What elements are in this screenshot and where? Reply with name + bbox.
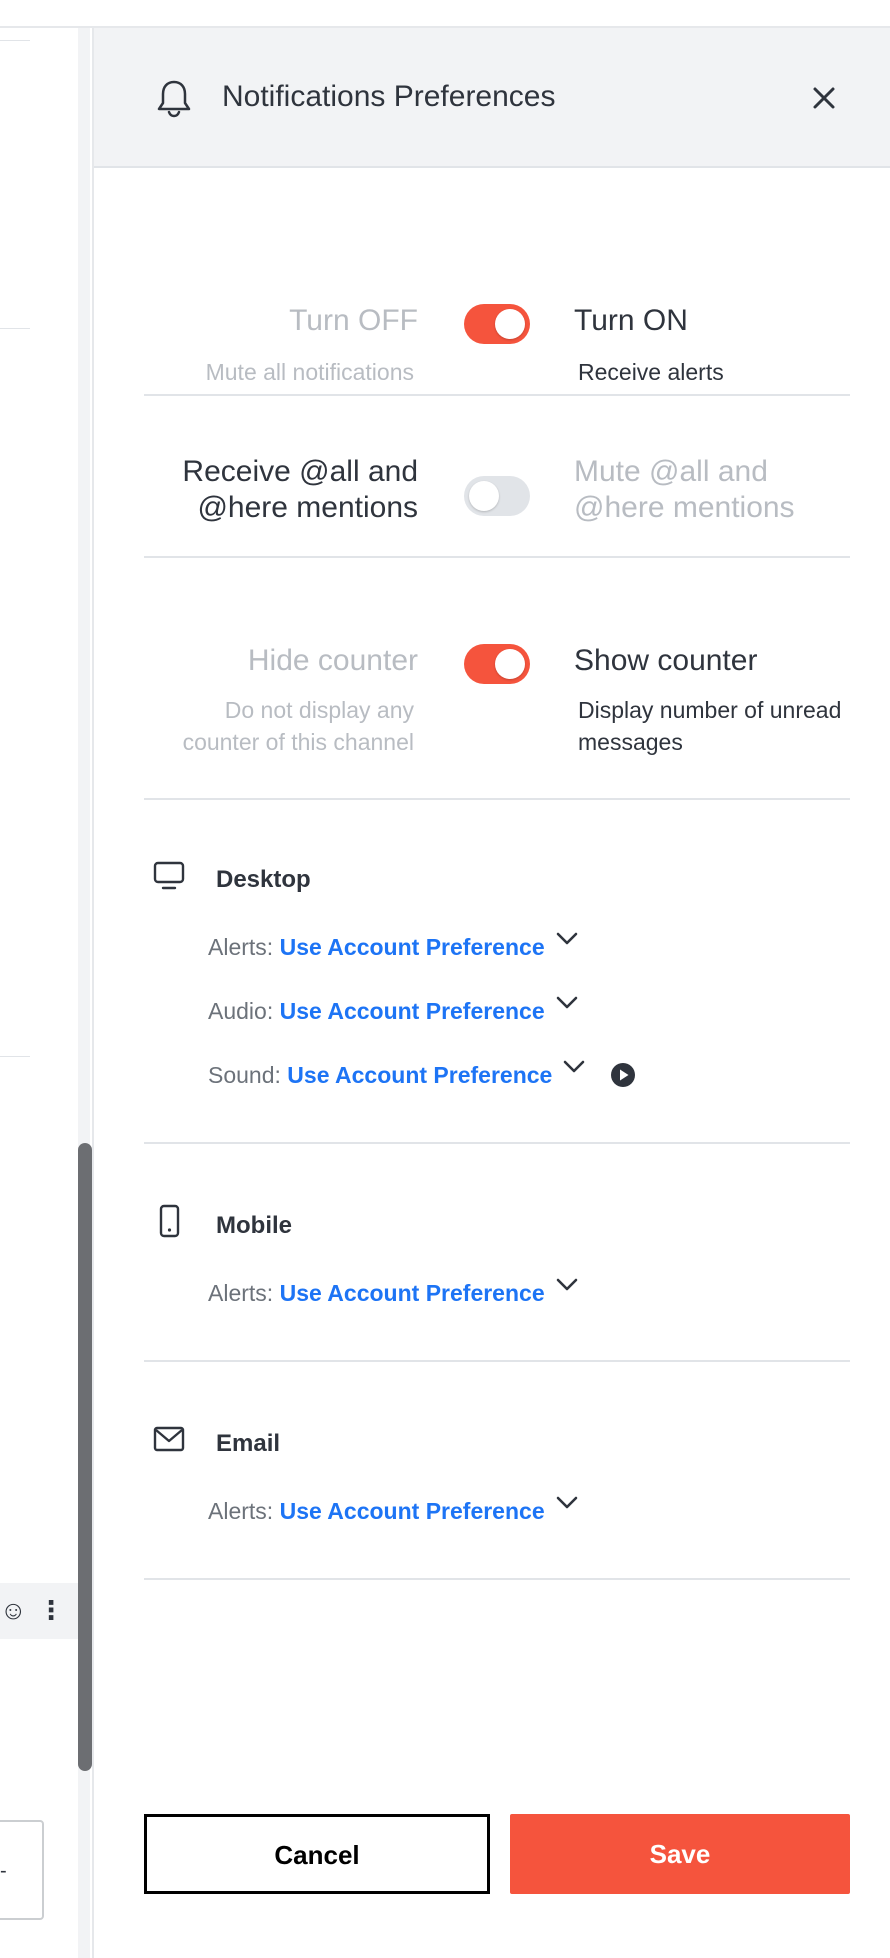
desktop-sound-select[interactable]: Use Account Preference xyxy=(287,1062,552,1088)
mobile-section-title: Mobile xyxy=(216,1212,292,1239)
hide-counter-description: Do not display any counter of this chann… xyxy=(182,697,414,755)
receive-mentions-label[interactable]: Receive @all and @here mentions xyxy=(144,454,418,526)
play-sound-icon[interactable] xyxy=(610,1062,636,1088)
bell-icon xyxy=(157,80,191,118)
add-reaction-icon[interactable]: ☺ xyxy=(0,1595,27,1626)
show-counter-label[interactable]: Show counter xyxy=(574,644,854,678)
mobile-alerts-pref: Alerts: Use Account Preference xyxy=(208,1277,579,1307)
save-button[interactable]: Save xyxy=(510,1814,850,1894)
composer-edge-glyph: - xyxy=(0,1860,7,1882)
desktop-alerts-select[interactable]: Use Account Preference xyxy=(280,934,545,960)
turn-off-description: Mute all notifications xyxy=(205,359,414,385)
notifications-preferences-panel: Notifications Preferences Turn OFF Mute … xyxy=(92,28,890,1958)
desktop-audio-label: Audio: xyxy=(208,998,274,1024)
section-divider xyxy=(144,798,850,800)
mentions-row: Receive @all and @here mentions Mute @al… xyxy=(144,454,850,564)
scrollbar-thumb[interactable] xyxy=(78,1143,92,1771)
message-composer[interactable]: - xyxy=(0,1820,44,1920)
chevron-down-icon[interactable] xyxy=(555,995,579,1011)
section-divider xyxy=(144,1578,850,1580)
section-divider xyxy=(144,1142,850,1144)
counter-row: Hide counter Do not display any counter … xyxy=(144,616,850,816)
monitor-icon xyxy=(153,861,185,890)
section-divider xyxy=(144,556,850,558)
panel-header: Notifications Preferences xyxy=(94,28,890,168)
chevron-down-icon[interactable] xyxy=(555,931,579,947)
email-alerts-select[interactable]: Use Account Preference xyxy=(280,1498,545,1524)
chevron-down-icon[interactable] xyxy=(555,1495,579,1511)
message-divider xyxy=(0,40,30,41)
mute-mentions-label[interactable]: Mute @all and @here mentions xyxy=(574,454,854,526)
chevron-down-icon[interactable] xyxy=(555,1277,579,1293)
envelope-icon xyxy=(153,1426,185,1452)
turn-off-label[interactable]: Turn OFF xyxy=(144,304,418,338)
turn-on-label[interactable]: Turn ON xyxy=(574,304,854,338)
toggle-knob xyxy=(495,309,525,339)
desktop-audio-pref: Audio: Use Account Preference xyxy=(208,995,579,1025)
counter-toggle[interactable] xyxy=(464,644,530,684)
section-divider xyxy=(144,394,850,396)
message-divider xyxy=(0,1056,30,1057)
message-action-bar: ☺ ⋮ xyxy=(0,1583,78,1639)
chevron-down-icon[interactable] xyxy=(562,1059,586,1075)
notifications-toggle[interactable] xyxy=(464,304,530,344)
close-icon[interactable] xyxy=(806,80,842,116)
desktop-sound-label: Sound: xyxy=(208,1062,281,1088)
desktop-sound-pref: Sound: Use Account Preference xyxy=(208,1059,636,1090)
toggle-knob xyxy=(469,481,499,511)
email-section-title: Email xyxy=(216,1430,281,1457)
turn-on-description: Receive alerts xyxy=(578,359,724,385)
hide-counter-label[interactable]: Hide counter xyxy=(144,644,418,678)
desktop-audio-select[interactable]: Use Account Preference xyxy=(280,998,545,1024)
turn-on-off-row: Turn OFF Mute all notifications Turn ON … xyxy=(144,278,850,388)
panel-title: Notifications Preferences xyxy=(222,80,556,113)
section-divider xyxy=(144,1360,850,1362)
kebab-menu-icon[interactable]: ⋮ xyxy=(38,1595,64,1626)
mobile-alerts-select[interactable]: Use Account Preference xyxy=(280,1280,545,1306)
email-alerts-label: Alerts: xyxy=(208,1498,274,1524)
desktop-section-title: Desktop xyxy=(216,866,311,893)
show-counter-description: Display number of unread messages xyxy=(578,697,842,755)
cancel-button[interactable]: Cancel xyxy=(144,1814,490,1894)
toggle-knob xyxy=(495,649,525,679)
message-divider xyxy=(0,328,30,329)
email-alerts-pref: Alerts: Use Account Preference xyxy=(208,1495,579,1525)
desktop-alerts-pref: Alerts: Use Account Preference xyxy=(208,931,579,961)
channel-view-background: ☺ ⋮ - xyxy=(0,0,80,1958)
mentions-toggle[interactable] xyxy=(464,476,530,516)
desktop-alerts-label: Alerts: xyxy=(208,934,274,960)
mobile-phone-icon xyxy=(159,1204,180,1238)
mobile-alerts-label: Alerts: xyxy=(208,1280,274,1306)
